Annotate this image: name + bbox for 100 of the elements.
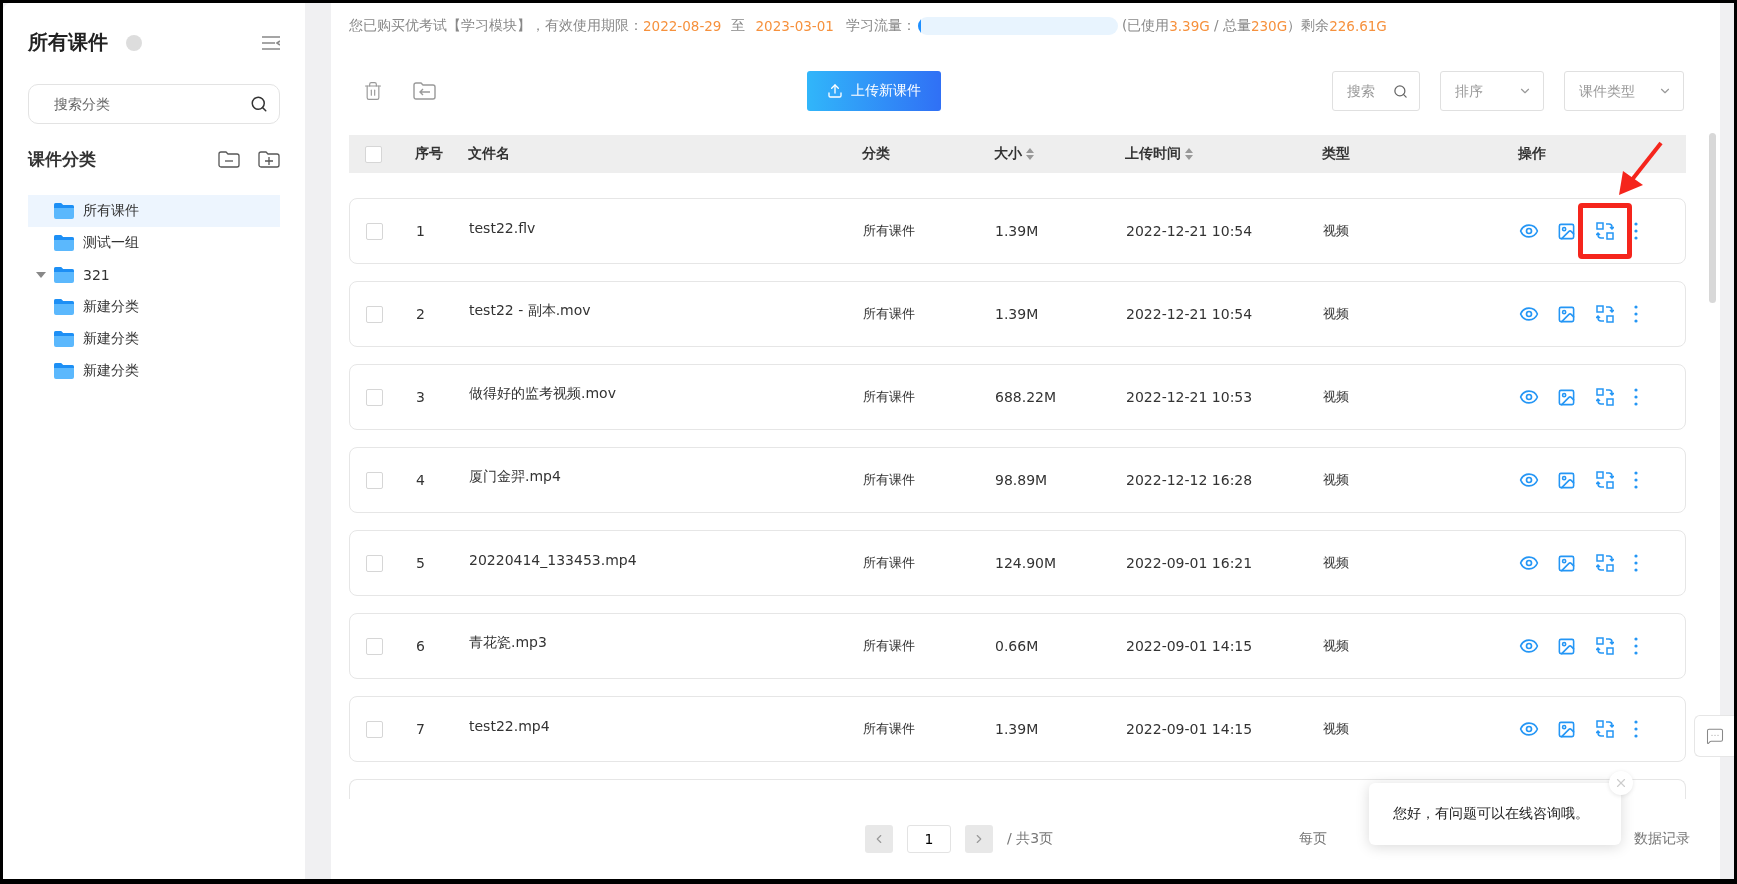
row-checkbox[interactable] [366, 222, 383, 240]
sort-dropdown[interactable]: 排序 [1440, 71, 1544, 111]
folder-plus-icon[interactable] [258, 151, 280, 168]
convert-icon[interactable] [1596, 720, 1614, 738]
type-dropdown[interactable]: 课件类型 [1564, 71, 1684, 111]
convert-icon[interactable] [1596, 305, 1614, 323]
type-cell-text: 视频 [1323, 554, 1350, 572]
used-amount: 3.39G [1169, 18, 1210, 34]
remain-label: ）剩余 [1287, 17, 1330, 35]
file-name: 做得好的监考视频.mov [469, 385, 617, 403]
file-name: test22.mp4 [469, 718, 551, 734]
folder-icon [54, 363, 74, 379]
type-cell-text: 视频 [1323, 637, 1350, 655]
image-icon[interactable] [1557, 387, 1576, 407]
start-date: 2022-08-29 [643, 18, 722, 34]
remain-amount: 226.61G [1329, 18, 1387, 34]
category-cell-text: 所有课件 [863, 305, 916, 323]
chat-button[interactable] [1694, 715, 1734, 757]
row-number: 1 [416, 223, 426, 239]
category-cell-text: 所有课件 [863, 554, 916, 572]
row-checkbox[interactable] [366, 305, 383, 323]
convert-icon[interactable] [1596, 471, 1614, 489]
size-cell-text: 1.39M [995, 721, 1040, 737]
time-cell-text: 2022-12-21 10:54 [1126, 223, 1254, 239]
sort-icon[interactable] [1026, 148, 1034, 160]
type-cell-text: 视频 [1323, 471, 1350, 489]
end-date: 2023-03-01 [755, 18, 834, 34]
close-icon[interactable] [1614, 776, 1628, 790]
type-cell-text: 视频 [1323, 388, 1350, 406]
search-icon[interactable] [1393, 84, 1408, 99]
file-name: 青花瓷.mp3 [469, 634, 548, 652]
column-header: 序号 [415, 145, 443, 163]
convert-icon[interactable] [1596, 222, 1614, 240]
more-icon[interactable] [1634, 305, 1638, 323]
to-text: 至 [731, 17, 746, 35]
preview-icon[interactable] [1519, 304, 1539, 324]
size-cell-text: 1.39M [995, 306, 1040, 322]
image-icon[interactable] [1557, 304, 1576, 324]
more-icon[interactable] [1634, 720, 1638, 738]
image-icon[interactable] [1557, 636, 1576, 656]
row-checkbox[interactable] [366, 637, 383, 655]
time-cell-text: 2022-09-01 16:21 [1126, 555, 1254, 571]
time-cell-text: 2022-09-01 14:15 [1126, 638, 1254, 654]
row-number: 4 [416, 472, 426, 488]
folder-back-icon[interactable] [413, 82, 437, 100]
page-input[interactable]: 1 [907, 825, 951, 853]
category-item[interactable]: 测试一组 [28, 227, 280, 259]
image-icon[interactable] [1557, 553, 1576, 573]
more-icon[interactable] [1634, 388, 1638, 406]
convert-icon[interactable] [1596, 637, 1614, 655]
type-cell-text: 视频 [1323, 222, 1350, 240]
search-field[interactable]: 搜索分类 [28, 84, 280, 124]
row-checkbox[interactable] [366, 720, 383, 738]
row-checkbox[interactable] [366, 471, 383, 489]
folder-minus-icon[interactable] [218, 151, 240, 168]
time-cell-text: 2022-12-12 16:28 [1126, 472, 1254, 488]
preview-icon[interactable] [1519, 470, 1539, 490]
size-cell-text: 0.66M [995, 638, 1040, 654]
row-number: 6 [416, 638, 426, 654]
more-icon[interactable] [1634, 637, 1638, 655]
section-title: 课件分类 [28, 148, 97, 171]
category-item[interactable]: 新建分类 [28, 323, 280, 355]
column-header[interactable]: 大小 [994, 145, 1022, 163]
preview-icon[interactable] [1519, 719, 1539, 739]
search-icon[interactable] [250, 95, 268, 113]
preview-icon[interactable] [1519, 636, 1539, 656]
file-name: 厦门金羿.mp4 [469, 468, 562, 486]
file-name: 20220414_133453.mp4 [469, 552, 638, 568]
time-cell-text: 2022-12-21 10:53 [1126, 389, 1254, 405]
sort-icon[interactable] [1185, 148, 1193, 160]
select-all-checkbox[interactable] [365, 145, 382, 163]
more-icon[interactable] [1634, 554, 1638, 572]
column-header[interactable]: 上传时间 [1125, 145, 1181, 163]
folder-icon [54, 235, 74, 251]
category-cell-text: 所有课件 [863, 471, 916, 489]
more-icon[interactable] [1634, 471, 1638, 489]
scrollbar[interactable] [1709, 133, 1716, 303]
preview-icon[interactable] [1519, 387, 1539, 407]
trash-icon[interactable] [363, 81, 383, 101]
category-item[interactable]: 321 [28, 259, 280, 291]
page-total: / 共3页 [1007, 830, 1054, 848]
image-icon[interactable] [1557, 719, 1576, 739]
category-item[interactable]: 新建分类 [28, 291, 280, 323]
row-checkbox[interactable] [366, 554, 383, 572]
size-cell-text: 124.90M [995, 555, 1058, 571]
category-item[interactable]: 所有课件 [28, 195, 280, 227]
image-icon[interactable] [1557, 221, 1576, 241]
search-field[interactable]: 搜索 [1332, 71, 1420, 111]
chat-icon[interactable] [1705, 727, 1724, 745]
more-icon[interactable] [1634, 222, 1638, 240]
preview-icon[interactable] [1519, 221, 1539, 241]
preview-icon[interactable] [1519, 553, 1539, 573]
convert-icon[interactable] [1596, 554, 1614, 572]
convert-icon[interactable] [1596, 388, 1614, 406]
category-item[interactable]: 新建分类 [28, 355, 280, 387]
size-cell-text: 98.89M [995, 472, 1049, 488]
caret-icon[interactable] [36, 272, 46, 278]
image-icon[interactable] [1557, 470, 1576, 490]
menu-icon[interactable] [262, 35, 280, 50]
row-checkbox[interactable] [366, 388, 383, 406]
